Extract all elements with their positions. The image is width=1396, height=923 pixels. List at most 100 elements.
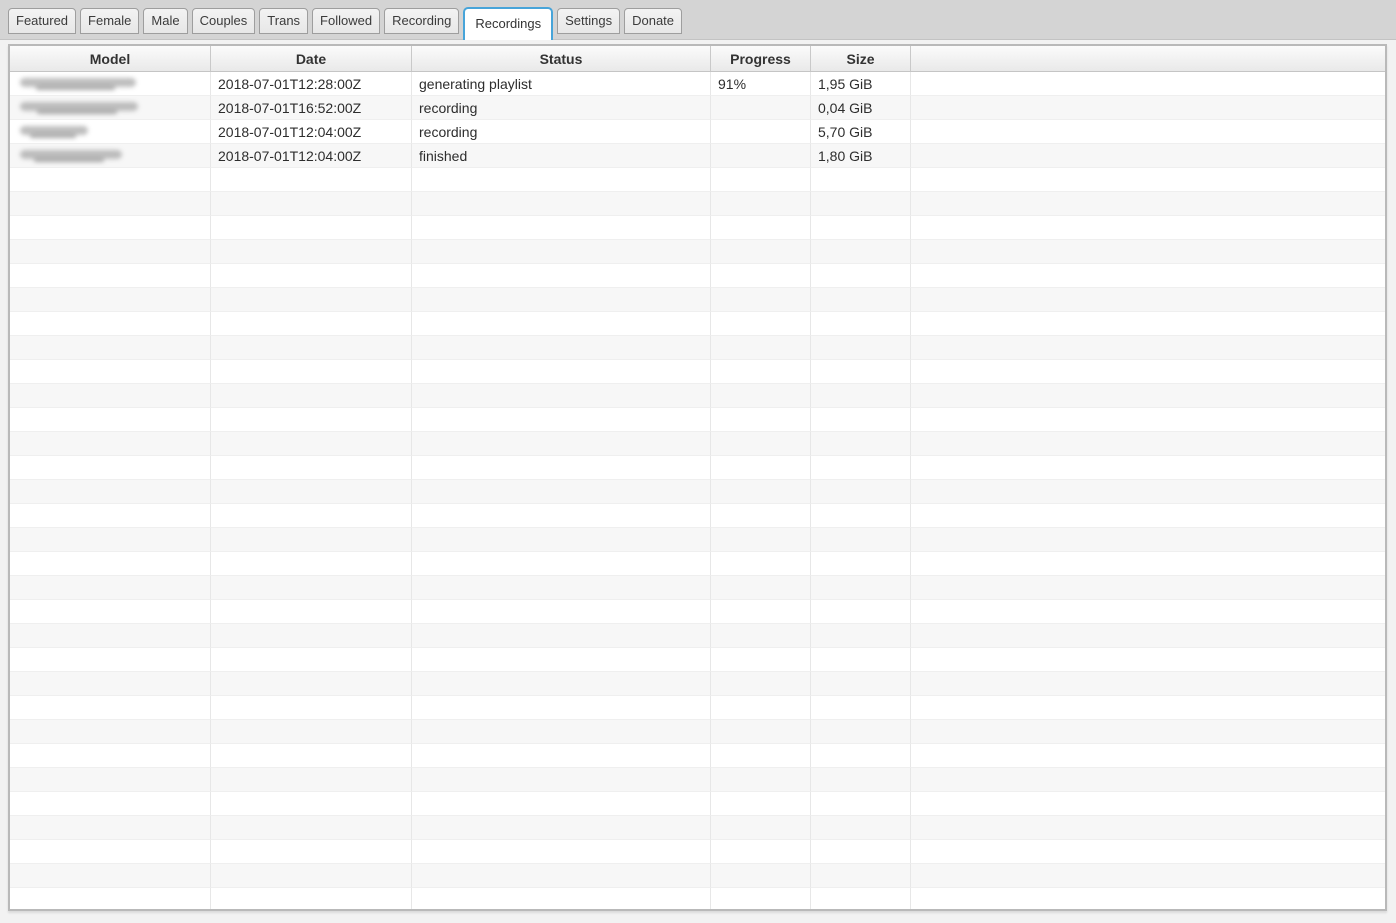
empty-row [10,696,1385,720]
tab-recordings[interactable]: Recordings [463,7,553,40]
cell-size [811,720,911,744]
column-header-spacer[interactable] [911,46,1385,71]
cell-date: 2018-07-01T12:04:00Z [211,120,412,144]
cell-status [412,408,711,432]
cell-size [811,480,911,504]
cell-date [211,720,412,744]
cell-progress [711,456,811,480]
cell-status: recording [412,96,711,120]
column-header-progress[interactable]: Progress [711,46,811,71]
empty-row [10,384,1385,408]
cell-size [811,360,911,384]
cell-progress [711,408,811,432]
cell-progress [711,360,811,384]
recording-row[interactable]: 2018-07-01T12:04:00Zfinished1,80 GiB [10,144,1385,168]
column-header-model[interactable]: Model [10,46,211,71]
cell-date [211,672,412,696]
cell-model [10,744,211,768]
cell-date [211,432,412,456]
empty-row [10,624,1385,648]
column-header-size[interactable]: Size [811,46,911,71]
empty-row [10,768,1385,792]
cell-spacer [911,240,1385,264]
empty-row [10,360,1385,384]
tab-settings[interactable]: Settings [557,8,620,34]
cell-model [10,528,211,552]
cell-status [412,336,711,360]
cell-model [10,888,211,909]
cell-date [211,552,412,576]
cell-size [811,456,911,480]
cell-progress [711,816,811,840]
cell-status [412,168,711,192]
tab-followed[interactable]: Followed [312,8,380,34]
tab-featured[interactable]: Featured [8,8,76,34]
cell-spacer [911,144,1385,168]
cell-size [811,336,911,360]
cell-progress [711,336,811,360]
cell-date [211,864,412,888]
cell-size [811,864,911,888]
cell-spacer [911,720,1385,744]
cell-model [10,96,211,120]
cell-model [10,384,211,408]
cell-date [211,528,412,552]
cell-progress [711,696,811,720]
cell-status [412,216,711,240]
cell-progress [711,240,811,264]
cell-date [211,816,412,840]
cell-progress [711,384,811,408]
cell-model [10,720,211,744]
cell-progress [711,120,811,144]
tab-recording[interactable]: Recording [384,8,459,34]
cell-model [10,336,211,360]
recording-row[interactable]: 2018-07-01T12:28:00Zgenerating playlist9… [10,72,1385,96]
cell-size [811,648,911,672]
column-header-status[interactable]: Status [412,46,711,71]
tab-couples[interactable]: Couples [192,8,256,34]
cell-date [211,264,412,288]
cell-spacer [911,360,1385,384]
column-header-date[interactable]: Date [211,46,412,71]
tab-trans[interactable]: Trans [259,8,308,34]
cell-status [412,816,711,840]
cell-progress [711,600,811,624]
tab-donate[interactable]: Donate [624,8,682,34]
empty-row [10,600,1385,624]
cell-model [10,480,211,504]
cell-spacer [911,840,1385,864]
cell-size [811,672,911,696]
cell-date [211,216,412,240]
tab-female[interactable]: Female [80,8,139,34]
cell-spacer [911,408,1385,432]
cell-size [811,504,911,528]
cell-model [10,288,211,312]
cell-date [211,480,412,504]
empty-row [10,216,1385,240]
cell-date [211,312,412,336]
cell-progress [711,552,811,576]
cell-status: generating playlist [412,72,711,96]
cell-date [211,744,412,768]
cell-date [211,888,412,909]
cell-progress [711,864,811,888]
cell-status [412,840,711,864]
cell-progress [711,888,811,909]
empty-row [10,576,1385,600]
cell-spacer [911,888,1385,909]
cell-size [811,600,911,624]
cell-date [211,840,412,864]
recording-row[interactable]: 2018-07-01T12:04:00Zrecording5,70 GiB [10,120,1385,144]
recording-row[interactable]: 2018-07-01T16:52:00Zrecording0,04 GiB [10,96,1385,120]
cell-spacer [911,744,1385,768]
cell-spacer [911,336,1385,360]
cell-status [412,384,711,408]
cell-date [211,360,412,384]
cell-model [10,240,211,264]
cell-progress [711,768,811,792]
tab-male[interactable]: Male [143,8,187,34]
cell-model [10,264,211,288]
empty-row [10,264,1385,288]
cell-model [10,576,211,600]
cell-size: 1,80 GiB [811,144,911,168]
